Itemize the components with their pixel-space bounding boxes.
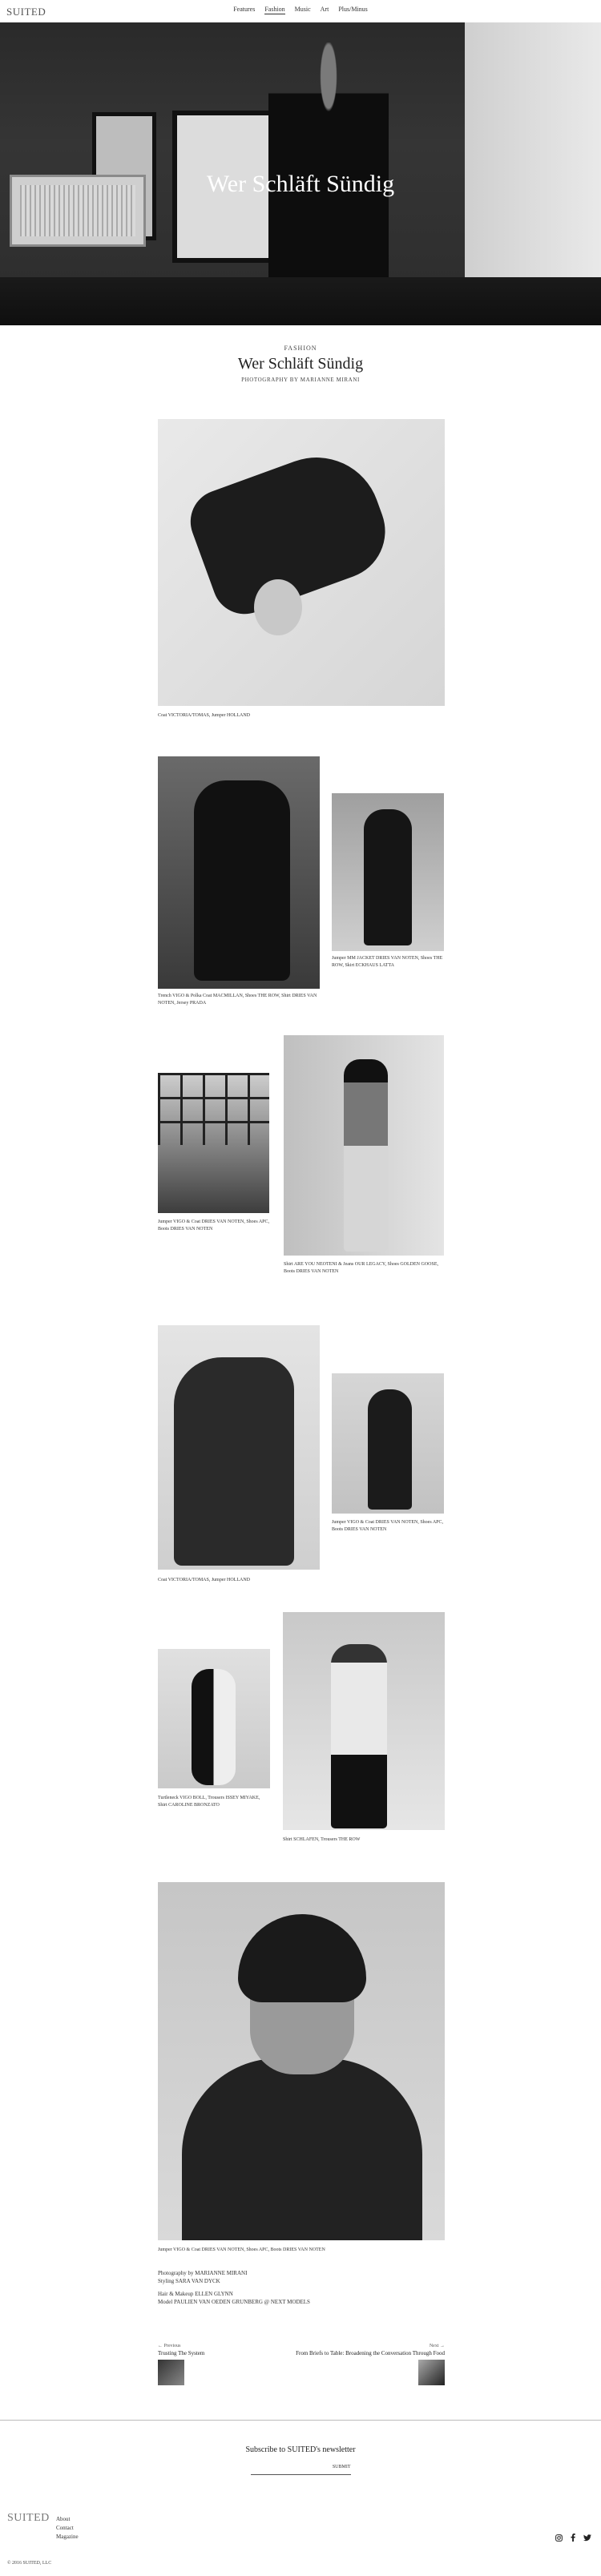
photo-9: [283, 1612, 445, 1830]
photo-10-coat: [182, 2058, 422, 2240]
photo-8-figure: [192, 1669, 236, 1785]
previous-thumbnail[interactable]: [158, 2360, 184, 2385]
photo-6-figure: [174, 1357, 294, 1566]
photo-2-figure: [194, 780, 290, 981]
photo-1-face: [254, 579, 302, 635]
photo-10-hair: [238, 1914, 366, 2002]
photo-9-figure: [331, 1644, 387, 1828]
hero-image: Wer Schläft Sündig: [0, 22, 601, 325]
photo-6: [158, 1325, 320, 1570]
newsletter-section: Subscribe to SUITED's newsletter SUBMIT: [0, 2445, 601, 2475]
next-article[interactable]: Next → From Briefs to Table: Broadening …: [296, 2344, 445, 2385]
next-thumbnail[interactable]: [418, 2360, 445, 2385]
next-label[interactable]: Next →: [296, 2344, 445, 2348]
credit-model: Model PAULIEN VAN OEDEN GRUNBERG @ NEXT …: [158, 2299, 310, 2305]
photo-1: [158, 419, 445, 706]
article-category[interactable]: FASHION: [0, 345, 601, 352]
nav-item-music[interactable]: Music: [295, 6, 311, 13]
photo-10-caption: Jumper VIGO & Coat DRIES VAN NOTEN, Shoe…: [158, 2247, 325, 2252]
footer-divider: [0, 2420, 601, 2421]
instagram-icon[interactable]: [555, 2534, 563, 2543]
article-title: Wer Schläft Sündig: [237, 355, 364, 373]
photo-4: [158, 1073, 269, 1213]
footer-links: About Contact Magazine: [56, 2515, 79, 2542]
photo-3-caption: Jumper MM JACKET DRIES VAN NOTEN, Shoes …: [332, 956, 443, 968]
photo-7-figure: [368, 1389, 412, 1510]
newsletter-title: Subscribe to SUITED's newsletter: [245, 2445, 356, 2454]
article-byline: PHOTOGRAPHY BY MARIANNE MIRANI: [241, 377, 360, 383]
main-nav: Features Fashion Music Art Plus/Minus: [0, 6, 601, 14]
footer-link-magazine[interactable]: Magazine: [56, 2533, 79, 2542]
nav-item-fashion[interactable]: Fashion: [264, 6, 285, 14]
facebook-icon[interactable]: [571, 2534, 575, 2543]
photo-8-caption: Turtleneck VIGO BOLL, Trousers ISSEY MIY…: [158, 1796, 260, 1808]
previous-article[interactable]: ← Previous Trusting The System: [158, 2344, 204, 2385]
article-header: FASHION Wer Schläft Sündig PHOTOGRAPHY B…: [0, 345, 601, 383]
photo-5-figure: [344, 1059, 388, 1252]
newsletter-submit-button[interactable]: SUBMIT: [333, 2465, 351, 2469]
photo-8: [158, 1649, 270, 1788]
photo-5-caption: Shirt ARE YOU NEOTENI & Jeans OUR LEGACY…: [284, 1262, 438, 1274]
photo-10: [158, 1882, 445, 2240]
previous-title[interactable]: Trusting The System: [158, 2350, 204, 2356]
newsletter-form: SUBMIT: [250, 2464, 351, 2475]
photo-6-caption: Coat VICTORIA/TOMAS, Jumper HOLLAND: [158, 1578, 250, 1582]
photo-3: [332, 793, 444, 951]
article-credits: Photography by MARIANNE MIRANI Styling S…: [158, 2269, 310, 2306]
social-links: [549, 2534, 591, 2543]
photo-1-caption: Coat VICTORIA/TOMAS, Jumper HOLLAND: [158, 713, 250, 718]
hero-floor: [0, 277, 601, 325]
newsletter-email-input[interactable]: [250, 2464, 331, 2473]
previous-label[interactable]: ← Previous: [158, 2344, 204, 2348]
copyright-text: © 2016 SUITED, LLC: [7, 2561, 52, 2566]
photo-4-window-grid: [158, 1073, 269, 1145]
photo-4-caption: Jumper VIGO & Coat DRIES VAN NOTEN, Shoe…: [158, 1219, 270, 1232]
photo-7: [332, 1373, 444, 1514]
twitter-icon[interactable]: [583, 2534, 591, 2543]
footer-link-about[interactable]: About: [56, 2515, 79, 2524]
photo-3-figure: [364, 809, 412, 945]
footer-link-contact[interactable]: Contact: [56, 2524, 79, 2533]
credit-hair: Hair & Makeup ELLEN GLYNN: [158, 2291, 233, 2297]
photo-2: [158, 756, 320, 989]
credit-photography: Photography by MARIANNE MIRANI: [158, 2270, 248, 2276]
top-bar: SUITED Features Fashion Music Art Plus/M…: [0, 0, 601, 22]
photo-7-caption: Jumper VIGO & Coat DRIES VAN NOTEN, Shoe…: [332, 1520, 444, 1532]
nav-item-features[interactable]: Features: [233, 6, 255, 13]
hero-title: Wer Schläft Sündig: [206, 171, 395, 197]
nav-item-art[interactable]: Art: [321, 6, 329, 13]
footer-logo[interactable]: SUITED: [7, 2512, 50, 2525]
next-title[interactable]: From Briefs to Table: Broadening the Con…: [296, 2350, 445, 2356]
nav-item-plus-minus[interactable]: Plus/Minus: [338, 6, 367, 13]
credit-styling: Styling SARA VAN DYCK: [158, 2278, 220, 2284]
photo-2-caption: Trench VIGO & Polka Coat MACMILLAN, Shoe…: [158, 994, 317, 1006]
photo-5: [284, 1035, 444, 1256]
photo-9-caption: Shirt SCHLAFEN, Trousers THE ROW: [283, 1837, 361, 1842]
